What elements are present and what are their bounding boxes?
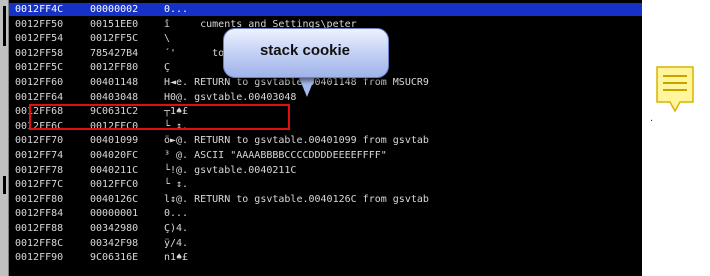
stack-row[interactable]: 0012FF64 00403048 H0@. gsvtable.00403048 (9, 91, 642, 104)
stack-address: 0012FF88 (15, 223, 64, 234)
stack-address: 0012FF84 (15, 208, 64, 220)
frame-bracket (0, 6, 8, 46)
stack-value: 9C06316E (90, 252, 139, 264)
stack-value: 00342F98 (90, 237, 139, 249)
stack-row[interactable]: 0012FF4C 00000002 0... (9, 3, 642, 16)
stack-value: 00151EE0 (90, 18, 139, 30)
stack-address: 0012FF54 (15, 33, 64, 45)
stack-address: 0012FF78 (15, 164, 64, 176)
stack-value: 0012FFC0 (90, 179, 139, 191)
stack-row[interactable]: 0012FF80 0040126C l↕@. RETURN to gsvtable.… (9, 193, 642, 206)
stack-address: 0012FF60 (15, 77, 64, 88)
stack-value: 0040211C (90, 164, 139, 176)
stack-comment: \ (164, 33, 171, 45)
stack-address: 0012FF8C (15, 237, 64, 249)
stack-comment: 0... (164, 208, 189, 220)
stack-row[interactable]: 0012FF88 00342980 Ç)4. (9, 222, 642, 235)
stack-value: 00000001 (90, 208, 139, 220)
stack-address: 0012FF70 (15, 135, 64, 147)
stack-address: 0012FF7C (15, 179, 64, 191)
callout-label: stack cookie (259, 42, 351, 59)
stack-value: 0012FF80 (90, 62, 139, 74)
frame-bracket (0, 176, 8, 194)
stack-value: 0040126C (90, 193, 139, 205)
stack-row[interactable]: 0012FF8C 00342F98 ÿ/4. (9, 237, 642, 250)
stack-address: 0012FF50 (15, 18, 64, 30)
stack-comment: l↕@. RETURN to gsvtable.0040126C from gs… (164, 193, 429, 205)
stack-address: 0012FF74 (15, 150, 64, 161)
stack-row[interactable]: 0012FF7C 0012FFC0 └ ↕. (9, 178, 642, 191)
stack-value: 00342980 (90, 223, 139, 234)
stack-row[interactable]: 0012FF84 00000001 0... (9, 207, 642, 220)
stack-value: 00403048 (90, 91, 139, 103)
stack-address: 0012FF58 (15, 47, 64, 59)
note-icon[interactable] (656, 66, 694, 116)
stack-comment: ö►@. RETURN to gsvtable.00401099 from gs… (164, 135, 429, 147)
stack-address: 0012FF5C (15, 62, 64, 74)
stack-cookie-highlight-box (29, 104, 290, 130)
stack-comment: └!@. gsvtable.0040211C (164, 164, 297, 176)
stack-address: 0012FF4C (15, 4, 64, 15)
stack-comment: n1♠£ (164, 252, 189, 264)
stack-value: 00401148 (90, 77, 139, 88)
stack-gutter (0, 0, 9, 276)
stack-cookie-callout: stack cookie (223, 28, 389, 97)
stack-row[interactable]: 0012FF90 9C06316E n1♠£ (9, 251, 642, 264)
stack-comment: ÿ/4. (164, 237, 189, 249)
stack-value: 004020FC (90, 150, 139, 161)
trailing-mark: . (650, 112, 654, 124)
stack-address: 0012FF90 (15, 252, 64, 264)
stack-comment: ³ @. ASCII "AAAABBBBCCCCDDDDEEEEFFFF" (164, 150, 387, 161)
stack-value: 0012FF5C (90, 33, 139, 45)
stack-value: 785427B4 (90, 47, 139, 59)
stack-comment: └ ↕. (164, 179, 189, 191)
stack-comment: Ç (164, 62, 171, 74)
stack-comment: 0... (164, 4, 189, 15)
stack-value: 00000002 (90, 4, 139, 15)
stack-row[interactable]: 0012FF74 004020FC ³ @. ASCII "AAAABBBBCCCC… (9, 149, 642, 162)
stack-comment: Ç)4. (164, 223, 189, 234)
stack-address: 0012FF80 (15, 193, 64, 205)
stack-value: 00401099 (90, 135, 139, 147)
stack-comment: H0@. gsvtable.00403048 (164, 91, 297, 103)
stack-address: 0012FF64 (15, 91, 64, 103)
stack-row[interactable]: 0012FF70 00401099 ö►@. RETURN to gsvtable.… (9, 134, 642, 147)
stack-row[interactable]: 0012FF78 0040211C └!@. gsvtable.0040211C (9, 164, 642, 177)
callout-pointer (298, 75, 316, 97)
